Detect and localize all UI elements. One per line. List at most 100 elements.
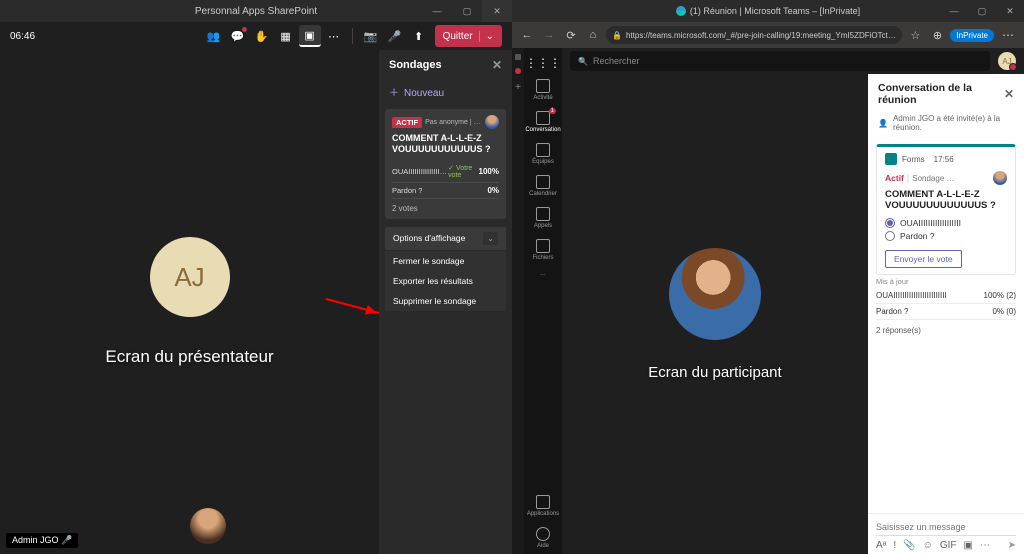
camera-icon[interactable]: 📷 xyxy=(360,25,382,47)
gif-icon[interactable]: GIF xyxy=(940,540,957,551)
chevron-down-icon: ⌄ xyxy=(483,232,498,245)
forward-icon[interactable]: → xyxy=(540,26,558,44)
poll-author-avatar xyxy=(485,115,499,129)
rail-calls[interactable]: Appels xyxy=(524,202,562,234)
sticker-icon[interactable]: ▣ xyxy=(964,540,973,551)
apps-icon[interactable]: ▣ xyxy=(299,25,321,47)
poll-option-2: Pardon ? xyxy=(392,186,422,195)
polls-panel: Sondages ✕ ＋Nouveau ACTIF Pas anonyme | … xyxy=(379,50,512,554)
inprivate-badge: InPrivate xyxy=(950,29,994,42)
presenter-avatar: AJ xyxy=(150,237,230,317)
chat-icon[interactable]: 💬 xyxy=(227,25,249,47)
radio-opt2[interactable] xyxy=(885,231,895,241)
close-icon[interactable]: ✕ xyxy=(482,0,512,22)
format-icon[interactable]: Aᵃ xyxy=(876,540,886,551)
update-header: Mis à jour xyxy=(876,277,1016,286)
user-avatar[interactable]: AJ xyxy=(998,52,1016,70)
rail-files[interactable]: Fichiers xyxy=(524,234,562,266)
close-icon[interactable]: ✕ xyxy=(996,0,1024,22)
emoji-icon[interactable]: ☺ xyxy=(923,540,933,551)
browser-vertical-tabs: + xyxy=(512,48,524,554)
poll-type: Sondage … xyxy=(912,174,990,183)
display-options-button[interactable]: Options d'affichage ⌄ xyxy=(385,227,506,250)
presenter-window: Personnal Apps SharePoint — ▢ ✕ 06:46 👥 … xyxy=(0,0,512,554)
chevron-down-icon[interactable]: ⌄ xyxy=(479,31,494,42)
poll-subtitle: Pas anonyme | Résultats par… xyxy=(425,119,482,126)
search-input[interactable]: Rechercher xyxy=(570,51,990,71)
tab-item-recording[interactable] xyxy=(515,68,521,74)
address-bar[interactable]: 🔒 https://teams.microsoft.com/_#/pre-joi… xyxy=(606,26,902,44)
min-icon[interactable]: — xyxy=(940,0,968,22)
tab-item[interactable] xyxy=(515,54,521,60)
poll-option-1: OUAIIIIIIIIIIIIIIIIIIIIIIIIII xyxy=(392,167,448,176)
people-icon[interactable]: 👥 xyxy=(203,25,225,47)
system-message: Admin JGO a été invité(e) à la réunion. xyxy=(868,112,1024,142)
forms-label: Forms xyxy=(902,155,925,164)
waffle-icon[interactable]: ⋮⋮⋮ xyxy=(525,52,561,74)
rail-apps[interactable]: Applications xyxy=(524,490,562,522)
browser-more-icon[interactable]: ⋯ xyxy=(998,28,1018,42)
mic-icon[interactable]: 🎤 xyxy=(384,25,406,47)
rail-calendar[interactable]: Calendrier xyxy=(524,170,562,202)
participant-caption: Ecran du participant xyxy=(648,364,781,381)
min-icon[interactable]: — xyxy=(422,0,452,22)
rail-more[interactable]: … xyxy=(524,266,562,282)
new-poll-button[interactable]: ＋Nouveau xyxy=(379,78,512,109)
more-compose-icon[interactable]: ⋯ xyxy=(980,540,990,551)
participant-stage: Ecran du participant xyxy=(562,74,868,554)
raise-hand-icon[interactable]: ✋ xyxy=(251,25,273,47)
teams-top-bar: Rechercher AJ xyxy=(562,48,1024,74)
breakout-icon[interactable]: ▦ xyxy=(275,25,297,47)
plus-icon: ＋ xyxy=(389,88,399,99)
rail-help[interactable]: Aide xyxy=(524,522,562,554)
participant-photo xyxy=(669,248,761,340)
max-icon[interactable]: ▢ xyxy=(452,0,482,22)
attach-icon[interactable]: 📎 xyxy=(903,540,915,551)
close-panel-icon[interactable]: ✕ xyxy=(492,58,502,72)
send-vote-button[interactable]: Envoyer le vote xyxy=(885,250,962,268)
priority-icon[interactable]: ! xyxy=(893,540,896,551)
send-icon[interactable]: ➤ xyxy=(1008,540,1016,551)
poll-option-2[interactable]: Pardon ? xyxy=(885,231,1007,241)
display-options-menu: Fermer le sondage Exporter les résultats… xyxy=(385,251,506,311)
res1-label: OUAIIIIIIIIIIIIIIIIIIIIIIII xyxy=(876,291,947,300)
leave-button[interactable]: Quitter ⌄ xyxy=(435,25,502,47)
url-text: https://teams.microsoft.com/_#/pre-join-… xyxy=(626,31,896,40)
more-icon[interactable]: ⋯ xyxy=(323,25,345,47)
rail-activity[interactable]: Activité xyxy=(524,74,562,106)
share-icon[interactable]: ⬆ xyxy=(408,25,430,47)
forms-icon xyxy=(885,153,897,165)
presenter-caption: Ecran du présentateur xyxy=(105,347,273,367)
new-tab-icon[interactable]: + xyxy=(515,82,521,93)
max-icon[interactable]: ▢ xyxy=(968,0,996,22)
response-count: 2 réponse(s) xyxy=(876,326,1016,335)
annotation-arrow xyxy=(326,298,380,314)
forms-poll-card: Forms 17:56 Actif | Sondage … COMMENT A-… xyxy=(876,144,1016,275)
compose-input[interactable] xyxy=(876,519,1016,536)
delete-poll-item[interactable]: Supprimer le sondage xyxy=(385,291,506,311)
poll-card: ACTIF Pas anonyme | Résultats par… COMME… xyxy=(385,109,506,219)
poll-vote-count: 2 votes xyxy=(392,204,499,213)
back-icon[interactable]: ← xyxy=(518,26,536,44)
active-tag: ACTIF xyxy=(392,117,422,128)
self-preview-avatar xyxy=(190,508,226,544)
browser-toolbar: ← → ⟳ ⌂ 🔒 https://teams.microsoft.com/_#… xyxy=(512,22,1024,48)
radio-opt1[interactable] xyxy=(885,218,895,228)
rail-teams[interactable]: Équipes xyxy=(524,138,562,170)
forms-time: 17:56 xyxy=(934,155,954,164)
poll-option-1[interactable]: OUAIIIIIIIIIIIIIIIIII xyxy=(885,218,1007,228)
reload-icon[interactable]: ⟳ xyxy=(562,26,580,44)
meeting-toolbar: 06:46 👥 💬 ✋ ▦ ▣ ⋯ 📷 🎤 ⬆ Quitter ⌄ xyxy=(0,22,512,50)
titlebar-text: Personnal Apps SharePoint xyxy=(195,6,317,17)
collections-icon[interactable]: ⊕ xyxy=(928,26,946,44)
poll-question: COMMENT A-L-L-E-Z VOUUUUUUUUUUUS ? xyxy=(392,133,499,155)
close-chat-icon[interactable]: ✕ xyxy=(1004,87,1014,101)
meeting-timer: 06:46 xyxy=(10,31,35,42)
favorite-icon[interactable]: ☆ xyxy=(906,26,924,44)
teams-app-rail: ⋮⋮⋮ Activité Conversation1 Équipes Calen… xyxy=(524,48,562,554)
export-results-item[interactable]: Exporter les résultats xyxy=(385,271,506,291)
close-poll-item[interactable]: Fermer le sondage xyxy=(385,251,506,271)
presenter-titlebar: Personnal Apps SharePoint — ▢ ✕ xyxy=(0,0,512,22)
rail-chat[interactable]: Conversation1 xyxy=(524,106,562,138)
home-icon[interactable]: ⌂ xyxy=(584,26,602,44)
